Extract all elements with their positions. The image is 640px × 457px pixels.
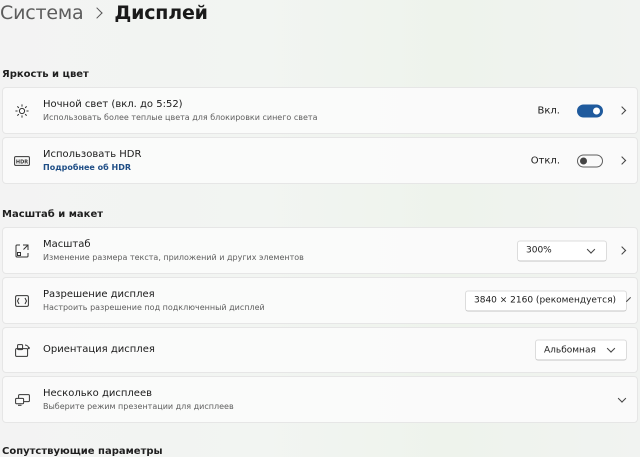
section-title-scale-layout: Масштаб и макет <box>2 209 104 220</box>
multiple-displays-title: Несколько дисплеев <box>43 387 152 399</box>
chevron-right-icon[interactable] <box>617 106 627 115</box>
night-light-state-label: Вкл. <box>537 105 560 116</box>
scale-dropdown[interactable]: 300% <box>517 240 607 261</box>
resolution-controls: 3840 × 2160 (рекомендуется) <box>465 290 632 311</box>
scale-card[interactable]: Масштаб Изменение размера текста, прилож… <box>2 227 638 274</box>
hdr-state-label: Откл. <box>530 155 560 166</box>
multiple-displays-subtitle: Выберите режим презентации для дисплеев <box>43 401 234 411</box>
night-light-text: Ночной свет (вкл. до 5:52) Использовать … <box>43 98 317 124</box>
orientation-card[interactable]: Ориентация дисплея Альбомная <box>2 327 638 373</box>
scale-controls: 300% <box>517 240 627 261</box>
scale-subtitle: Изменение размера текста, приложений и д… <box>43 252 304 262</box>
orientation-controls: Альбомная <box>535 339 627 361</box>
scale-icon <box>14 243 30 259</box>
hdr-toggle[interactable] <box>577 154 603 167</box>
breadcrumb-system-link[interactable]: Система <box>0 2 84 24</box>
multiple-displays-text: Несколько дисплеев Выберите режим презен… <box>43 387 234 413</box>
breadcrumb: Система Дисплей <box>0 0 208 28</box>
night-light-subtitle: Использовать более теплые цвета для блок… <box>43 112 318 122</box>
chevron-down-icon <box>626 296 632 302</box>
hdr-title: Использовать HDR <box>43 148 142 160</box>
chevron-right-icon[interactable] <box>617 156 627 165</box>
night-light-controls: Вкл. <box>538 104 627 117</box>
toggle-knob <box>593 107 600 114</box>
resolution-icon <box>14 293 30 309</box>
sun-brightness-icon <box>14 103 30 119</box>
resolution-card[interactable]: Разрешение дисплея Настроить разрешение … <box>2 277 638 324</box>
toggle-knob <box>580 157 587 164</box>
section-title-related: Сопутствующие параметры <box>2 446 163 457</box>
scale-dropdown-value: 300% <box>526 245 552 256</box>
night-light-title: Ночной свет (вкл. до 5:52) <box>43 98 183 110</box>
hdr-controls: Откл. <box>531 154 627 167</box>
resolution-subtitle: Настроить разрешение под подключенный ди… <box>43 302 265 312</box>
orientation-text: Ориентация дисплея <box>43 343 155 357</box>
chevron-right-icon <box>91 7 104 19</box>
scale-title: Масштаб <box>43 238 91 250</box>
svg-text:HDR: HDR <box>16 159 28 165</box>
orientation-dropdown-value: Альбомная <box>544 345 596 355</box>
chevron-down-icon <box>586 244 596 254</box>
hdr-learn-more-link[interactable]: Подробнее об HDR <box>43 162 141 174</box>
resolution-dropdown[interactable]: 3840 × 2160 (рекомендуется) <box>465 290 632 311</box>
hdr-text: Использовать HDR Подробнее об HDR <box>43 148 141 174</box>
chevron-down-icon <box>606 344 616 353</box>
hdr-card[interactable]: HDR Использовать HDR Подробнее об HDR От… <box>2 137 638 184</box>
chevron-down-icon[interactable] <box>617 393 627 403</box>
chevron-right-icon[interactable] <box>617 246 627 255</box>
resolution-text: Разрешение дисплея Настроить разрешение … <box>43 288 265 314</box>
resolution-title: Разрешение дисплея <box>43 288 155 300</box>
hdr-icon: HDR <box>14 153 30 169</box>
resolution-dropdown-value: 3840 × 2160 (рекомендуется) <box>474 295 617 306</box>
multiple-displays-controls <box>617 393 627 403</box>
page-title: Дисплей <box>114 2 208 24</box>
orientation-title: Ориентация дисплея <box>43 344 155 355</box>
section-title-brightness: Яркость и цвет <box>2 69 89 80</box>
multiple-displays-icon <box>14 392 30 408</box>
night-light-card[interactable]: Ночной свет (вкл. до 5:52) Использовать … <box>2 87 638 134</box>
orientation-dropdown[interactable]: Альбомная <box>535 339 627 361</box>
multiple-displays-card[interactable]: Несколько дисплеев Выберите режим презен… <box>2 376 638 423</box>
scale-text: Масштаб Изменение размера текста, прилож… <box>43 238 304 264</box>
night-light-toggle[interactable] <box>577 104 603 117</box>
orientation-icon <box>14 342 30 358</box>
